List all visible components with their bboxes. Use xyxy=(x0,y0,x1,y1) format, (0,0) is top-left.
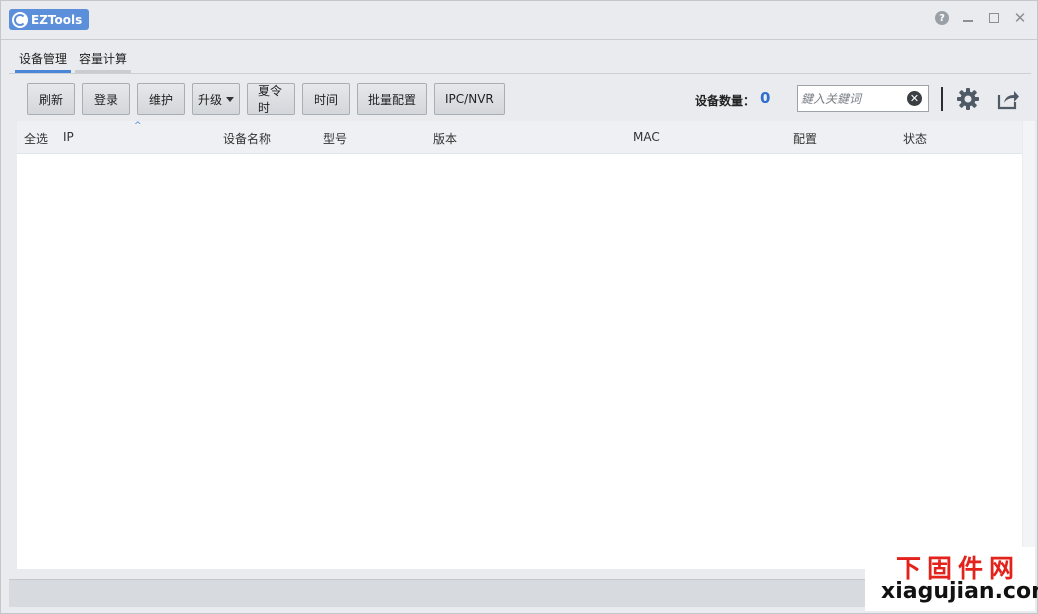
device-table: ^ 全选 IP 设备名称 型号 版本 MAC 配置 状态 xyxy=(17,121,1022,569)
help-button[interactable]: ? xyxy=(935,11,949,25)
watermark: 下固件网 xiagujian.com xyxy=(865,547,1038,611)
tab-capacity-calculation[interactable]: 容量计算 xyxy=(75,47,132,73)
app-logo-icon xyxy=(12,11,28,28)
app-window: EZTools ? ✕ 设备管理 容量计算 刷新 登录 维护 升级 夏令时 时间… xyxy=(0,0,1038,614)
close-icon: ✕ xyxy=(1013,9,1027,27)
upgrade-dropdown-button[interactable]: 升级 xyxy=(192,83,240,115)
column-status[interactable]: 状态 xyxy=(903,130,927,147)
toolbar-divider xyxy=(941,87,943,111)
batch-config-button[interactable]: 批量配置 xyxy=(357,83,428,115)
sort-ascending-icon: ^ xyxy=(134,121,142,131)
ipc-nvr-button[interactable]: IPC/NVR xyxy=(434,83,505,115)
minimize-button[interactable] xyxy=(961,11,975,25)
device-count-label: 设备数量： xyxy=(695,94,756,108)
tab-bar: 设备管理 容量计算 xyxy=(15,47,132,73)
search-box: ✕ xyxy=(797,85,929,112)
app-title: EZTools xyxy=(31,12,83,27)
tab-device-management[interactable]: 设备管理 xyxy=(15,47,72,73)
dst-button[interactable]: 夏令时 xyxy=(247,83,295,115)
table-scrollbar[interactable] xyxy=(1023,121,1035,569)
app-title-badge: EZTools xyxy=(9,9,89,30)
column-config[interactable]: 配置 xyxy=(793,130,817,147)
upgrade-label: 升级 xyxy=(197,92,222,107)
maximize-icon xyxy=(989,13,999,23)
clear-search-icon[interactable]: ✕ xyxy=(907,91,922,106)
window-controls: ? ✕ xyxy=(935,9,1027,27)
close-button[interactable]: ✕ xyxy=(1013,9,1027,27)
gear-icon[interactable] xyxy=(956,87,980,111)
toolbar: 刷新 登录 维护 升级 夏令时 时间 批量配置 IPC/NVR xyxy=(27,83,505,115)
select-all-header[interactable]: 全选 xyxy=(24,130,48,147)
watermark-en: xiagujian.com xyxy=(881,579,1038,604)
column-device-name[interactable]: 设备名称 xyxy=(223,130,271,147)
column-ip[interactable]: IP xyxy=(63,130,74,144)
login-button[interactable]: 登录 xyxy=(82,83,130,115)
title-divider xyxy=(1,39,1037,40)
column-model[interactable]: 型号 xyxy=(323,130,347,147)
search-input[interactable] xyxy=(801,86,905,111)
column-version[interactable]: 版本 xyxy=(433,130,457,147)
maximize-button[interactable] xyxy=(987,11,1001,25)
chevron-down-icon xyxy=(226,96,234,102)
title-bar: EZTools ? ✕ xyxy=(1,1,1037,39)
table-header: ^ 全选 IP 设备名称 型号 版本 MAC 配置 状态 xyxy=(17,121,1022,154)
share-icon[interactable] xyxy=(996,87,1020,111)
column-mac[interactable]: MAC xyxy=(633,130,660,144)
help-icon: ? xyxy=(935,11,949,25)
device-count-value: 0 xyxy=(760,89,771,107)
tab-divider xyxy=(9,73,1031,74)
refresh-button[interactable]: 刷新 xyxy=(27,83,75,115)
maintain-button[interactable]: 维护 xyxy=(137,83,185,115)
time-button[interactable]: 时间 xyxy=(302,83,350,115)
minimize-icon xyxy=(963,20,973,22)
